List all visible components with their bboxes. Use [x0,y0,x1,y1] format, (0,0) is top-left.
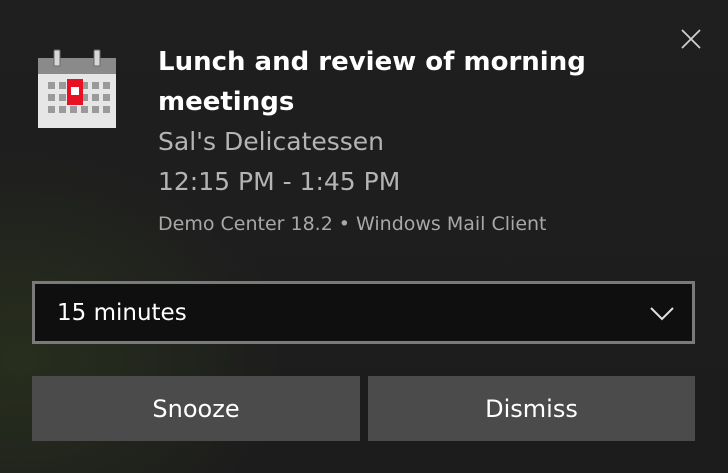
close-icon [681,29,701,49]
snooze-time-value: 15 minutes [57,300,187,326]
notification-time: 12:15 PM - 1:45 PM [158,167,401,196]
dismiss-button[interactable]: Dismiss [368,376,695,441]
snooze-button[interactable]: Snooze [32,376,360,441]
notification-location: Sal's Delicatessen [158,127,385,156]
close-button[interactable] [676,24,706,54]
notification-title: Lunch and review of morning meetings [158,47,586,117]
chevron-down-icon [650,307,674,321]
attribution-source: Demo Center 18.2 [158,213,333,235]
calendar-icon [36,48,118,130]
notification-attribution: Demo Center 18.2 • Windows Mail Client [158,209,547,239]
attribution-app: Windows Mail Client [356,213,547,235]
attribution-separator: • [338,213,351,235]
snooze-button-label: Snooze [152,394,240,423]
snooze-time-select[interactable]: 15 minutes [32,281,695,344]
reminder-toast: Lunch and review of morning meetings Sal… [0,0,728,473]
dismiss-button-label: Dismiss [485,394,578,423]
